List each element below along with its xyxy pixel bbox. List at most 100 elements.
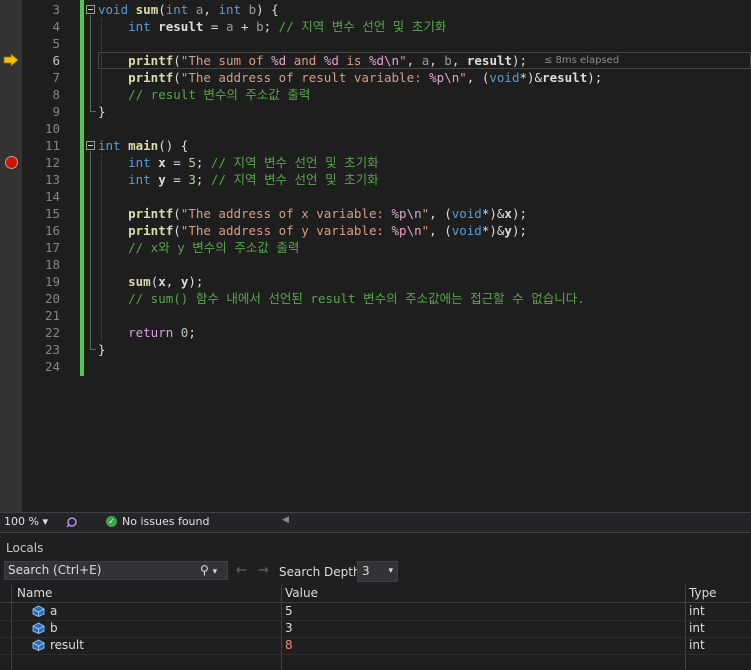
code-text[interactable]: } xyxy=(98,103,106,120)
code-text[interactable]: } xyxy=(98,341,106,358)
line-number: 16 xyxy=(44,223,60,238)
code-line[interactable]: 15 printf("The address of x variable: %p… xyxy=(0,205,751,222)
column-value[interactable]: Value xyxy=(285,586,318,600)
local-value[interactable]: 3 xyxy=(285,621,293,635)
table-row[interactable]: b 3 int xyxy=(0,620,751,638)
table-row[interactable]: result 8 int xyxy=(0,637,751,655)
chevron-down-icon: ▾ xyxy=(388,566,393,576)
locals-window: Locals Search (Ctrl+E) ⚲ ▾ ← → Search De… xyxy=(0,532,751,670)
code-text[interactable]: printf("The address of y variable: %p\n"… xyxy=(98,222,527,239)
line-number: 21 xyxy=(44,308,60,323)
code-line[interactable]: 4 int result = a + b; // 지역 변수 선언 및 초기화 xyxy=(0,18,751,35)
code-line[interactable]: 24 xyxy=(0,358,751,375)
search-depth-label: Search Depth: xyxy=(279,565,365,579)
code-text[interactable]: int main() { xyxy=(98,137,188,154)
local-type: int xyxy=(689,604,705,618)
line-number: 4 xyxy=(52,19,60,34)
code-line[interactable]: 17 // x와 y 변수의 주소값 출력 xyxy=(0,239,751,256)
local-name: b xyxy=(50,621,58,635)
fold-outline-end xyxy=(90,349,96,350)
code-line[interactable]: 23} xyxy=(0,341,751,358)
fold-collapse-icon[interactable] xyxy=(86,141,95,150)
search-forward-icon[interactable]: → xyxy=(258,563,269,578)
search-depth-select[interactable]: 3 ▾ xyxy=(357,561,398,582)
line-number: 15 xyxy=(44,206,60,221)
code-editor[interactable]: 3 void sum(int a, int b) {4 int result = … xyxy=(0,0,751,512)
fold-outline-end xyxy=(90,111,96,112)
line-number: 23 xyxy=(44,342,60,357)
column-type[interactable]: Type xyxy=(689,586,717,600)
code-text[interactable]: void sum(int a, int b) { xyxy=(98,1,279,18)
code-text[interactable]: int x = 5; // 지역 변수 선언 및 초기화 xyxy=(98,154,379,171)
instruction-pointer-icon[interactable] xyxy=(3,54,19,66)
code-text[interactable]: sum(x, y); xyxy=(98,273,203,290)
issues-indicator[interactable]: ✓ No issues found xyxy=(106,515,209,528)
zoom-level[interactable]: 100 % ▾ xyxy=(4,515,48,528)
code-line[interactable]: 13 int y = 3; // 지역 변수 선언 및 초기화 xyxy=(0,171,751,188)
code-line[interactable]: 3 void sum(int a, int b) { xyxy=(0,1,751,18)
copilot-icon[interactable] xyxy=(66,516,78,528)
code-line[interactable]: 20 // sum() 함수 내에서 선언된 result 변수의 주소값에는 … xyxy=(0,290,751,307)
code-line[interactable]: 11 int main() { xyxy=(0,137,751,154)
indent-guide xyxy=(101,154,102,341)
column-name[interactable]: Name xyxy=(17,586,52,600)
code-line[interactable]: 9} xyxy=(0,103,751,120)
local-value[interactable]: 8 xyxy=(285,638,293,652)
line-number: 13 xyxy=(44,172,60,187)
fold-outline xyxy=(90,151,91,349)
indent-guide xyxy=(101,18,102,103)
code-line[interactable]: 6 printf("The sum of %d and %d is %d\n",… xyxy=(0,52,751,69)
code-line[interactable]: 19 sum(x, y); xyxy=(0,273,751,290)
code-line[interactable]: 8 // result 변수의 주소값 출력 xyxy=(0,86,751,103)
chevron-down-icon: ▾ xyxy=(42,515,48,528)
scroll-left-icon[interactable]: ◀ xyxy=(282,515,289,525)
line-number: 20 xyxy=(44,291,60,306)
code-line[interactable]: 5 xyxy=(0,35,751,52)
code-text[interactable]: int y = 3; // 지역 변수 선언 및 초기화 xyxy=(98,171,379,188)
line-number: 14 xyxy=(44,189,60,204)
local-value[interactable]: 5 xyxy=(285,604,293,618)
code-text[interactable]: printf("The address of x variable: %p\n"… xyxy=(98,205,527,222)
variable-icon xyxy=(32,605,45,617)
search-input[interactable]: Search (Ctrl+E) xyxy=(4,561,228,580)
line-number: 19 xyxy=(44,274,60,289)
panel-title: Locals xyxy=(6,541,44,555)
code-line[interactable]: 12 int x = 5; // 지역 변수 선언 및 초기화 xyxy=(0,154,751,171)
code-text[interactable]: // result 변수의 주소값 출력 xyxy=(98,86,310,103)
local-name: a xyxy=(50,604,58,618)
line-number: 7 xyxy=(52,70,60,85)
line-number: 10 xyxy=(44,121,60,136)
code-line[interactable]: 7 printf("The address of result variable… xyxy=(0,69,751,86)
code-text[interactable]: printf("The sum of %d and %d is %d\n", a… xyxy=(98,52,527,69)
line-number: 9 xyxy=(52,104,60,119)
code-line[interactable]: 18 xyxy=(0,256,751,273)
line-number: 24 xyxy=(44,359,60,374)
code-line[interactable]: 14 xyxy=(0,188,751,205)
search-back-icon[interactable]: ← xyxy=(236,563,247,578)
search-icon[interactable]: ⚲ ▾ xyxy=(200,563,217,577)
line-number: 17 xyxy=(44,240,60,255)
breakpoint-icon[interactable] xyxy=(5,156,18,169)
local-type: int xyxy=(689,638,705,652)
code-text[interactable]: // sum() 함수 내에서 선언된 result 변수의 주소값에는 접근할… xyxy=(98,290,585,307)
variable-icon xyxy=(32,639,45,651)
line-number: 8 xyxy=(52,87,60,102)
line-number: 18 xyxy=(44,257,60,272)
line-number: 11 xyxy=(44,138,60,153)
local-type: int xyxy=(689,621,705,635)
fold-collapse-icon[interactable] xyxy=(86,5,95,14)
line-number: 22 xyxy=(44,325,60,340)
code-line[interactable]: 10 xyxy=(0,120,751,137)
table-row[interactable]: a 5 int xyxy=(0,603,751,621)
check-icon: ✓ xyxy=(106,516,117,527)
code-line[interactable]: 21 xyxy=(0,307,751,324)
code-line[interactable]: 16 printf("The address of y variable: %p… xyxy=(0,222,751,239)
line-number: 6 xyxy=(52,53,60,68)
code-text[interactable]: int result = a + b; // 지역 변수 선언 및 초기화 xyxy=(98,18,446,35)
code-text[interactable]: // x와 y 변수의 주소값 출력 xyxy=(98,239,299,256)
line-number: 12 xyxy=(44,155,60,170)
variable-icon xyxy=(32,622,45,634)
code-text[interactable]: return 0; xyxy=(98,324,196,341)
code-text[interactable]: printf("The address of result variable: … xyxy=(98,69,602,86)
code-line[interactable]: 22 return 0; xyxy=(0,324,751,341)
